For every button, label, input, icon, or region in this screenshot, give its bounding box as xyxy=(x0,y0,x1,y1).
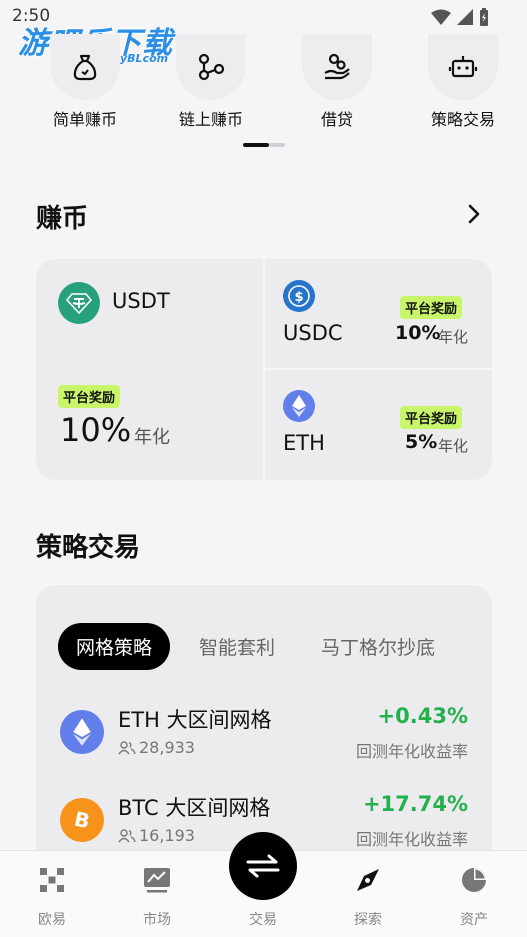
btc-coin-icon: B xyxy=(60,798,104,842)
strategy-name: ETH 大区间网格 xyxy=(118,708,272,732)
quick-action-loan[interactable]: 借贷 xyxy=(282,34,392,130)
quick-action-simple-earn[interactable]: 简单赚币 xyxy=(30,34,140,130)
tab-grid-strategy[interactable]: 网格策略 xyxy=(58,623,171,670)
backtest-return-label: 回测年化收益率 xyxy=(355,830,468,849)
nav-label: 欧易 xyxy=(38,912,66,928)
apy-rate: 10% xyxy=(60,411,132,449)
coin-name: ETH xyxy=(283,431,325,455)
apy-unit: 年化 xyxy=(438,437,469,455)
quick-actions: 简单赚币 链上赚币 借贷 策略交易 xyxy=(0,34,527,134)
coin-name: USDC xyxy=(283,321,343,345)
user-count-value: 16,193 xyxy=(139,826,195,845)
earn-product-usdt[interactable]: USDT 平台奖励 10% 年化 xyxy=(36,259,263,480)
nav-okx[interactable]: 欧易 xyxy=(17,865,87,929)
usdt-coin-icon xyxy=(58,282,100,324)
apy-rate: 5% xyxy=(405,431,438,453)
svg-text:$: $ xyxy=(294,290,303,305)
earn-product-eth[interactable]: ETH 平台奖励 5% 年化 xyxy=(265,370,492,480)
backtest-return-label: 回测年化收益率 xyxy=(355,742,468,761)
eth-coin-icon xyxy=(283,390,315,422)
tab-martingale[interactable]: 马丁格尔抄底 xyxy=(321,633,435,660)
battery-icon xyxy=(480,8,488,26)
okx-logo-icon xyxy=(17,865,87,895)
swap-arrows-icon xyxy=(246,854,280,878)
usdc-coin-icon: $ xyxy=(283,280,315,312)
users-icon xyxy=(118,828,136,842)
chain-nodes-icon xyxy=(176,34,246,100)
platform-reward-badge: 平台奖励 xyxy=(400,406,463,429)
quick-action-label: 链上赚币 xyxy=(178,110,243,129)
platform-reward-badge: 平台奖励 xyxy=(58,385,121,408)
wifi-icon xyxy=(431,9,451,25)
backtest-return: +0.43% xyxy=(377,704,468,728)
earn-more-chevron-icon[interactable] xyxy=(467,203,481,229)
nav-label: 资产 xyxy=(460,912,488,928)
pager-dot-active xyxy=(243,143,269,147)
earn-section-title: 赚币 xyxy=(36,204,89,234)
strategy-user-count: 16,193 xyxy=(118,826,195,845)
eth-coin-icon xyxy=(60,710,104,754)
user-count-value: 28,933 xyxy=(139,738,195,757)
money-bag-icon xyxy=(50,34,120,100)
market-chart-icon xyxy=(122,865,192,895)
nav-label: 探索 xyxy=(354,912,382,928)
quick-action-label: 简单赚币 xyxy=(52,110,117,129)
nav-label: 市场 xyxy=(143,912,171,928)
backtest-return: +17.74% xyxy=(362,792,468,816)
nav-label: 交易 xyxy=(249,912,277,928)
svg-text:B: B xyxy=(72,807,92,833)
strategy-name: BTC 大区间网格 xyxy=(118,796,271,820)
pie-chart-icon xyxy=(439,865,509,895)
apy-unit: 年化 xyxy=(134,427,170,448)
compass-icon xyxy=(333,865,403,895)
quick-action-label: 策略交易 xyxy=(430,110,495,129)
quick-action-onchain-earn[interactable]: 链上赚币 xyxy=(156,34,266,130)
tab-smart-arbitrage[interactable]: 智能套利 xyxy=(199,633,275,660)
users-icon xyxy=(118,740,136,754)
earn-product-usdc[interactable]: $ USDC 平台奖励 10% 年化 xyxy=(265,259,492,368)
trade-fab-button[interactable] xyxy=(229,832,297,900)
strategy-row-eth-grid[interactable]: ETH 大区间网格 28,933 +0.43% 回测年化收益率 xyxy=(36,700,492,770)
loan-hand-icon xyxy=(302,34,372,100)
strategy-section-title: 策略交易 xyxy=(36,533,141,563)
apy-rate: 10% xyxy=(395,322,441,344)
pager-dot xyxy=(269,143,285,147)
robot-icon xyxy=(428,34,498,100)
quick-actions-pager xyxy=(243,143,285,147)
strategy-user-count: 28,933 xyxy=(118,738,195,757)
signal-icon xyxy=(457,9,473,25)
quick-action-strategy-trading[interactable]: 策略交易 xyxy=(408,34,518,130)
quick-action-label: 借贷 xyxy=(320,110,353,129)
status-icons xyxy=(431,8,489,26)
apy-unit: 年化 xyxy=(438,328,469,346)
nav-assets[interactable]: 资产 xyxy=(439,865,509,929)
coin-name: USDT xyxy=(112,289,170,313)
earn-card: USDT 平台奖励 10% 年化 $ USDC 平台奖励 10% 年化 ETH … xyxy=(36,259,492,480)
platform-reward-badge: 平台奖励 xyxy=(400,296,463,319)
nav-explore[interactable]: 探索 xyxy=(333,865,403,929)
nav-market[interactable]: 市场 xyxy=(122,865,192,929)
